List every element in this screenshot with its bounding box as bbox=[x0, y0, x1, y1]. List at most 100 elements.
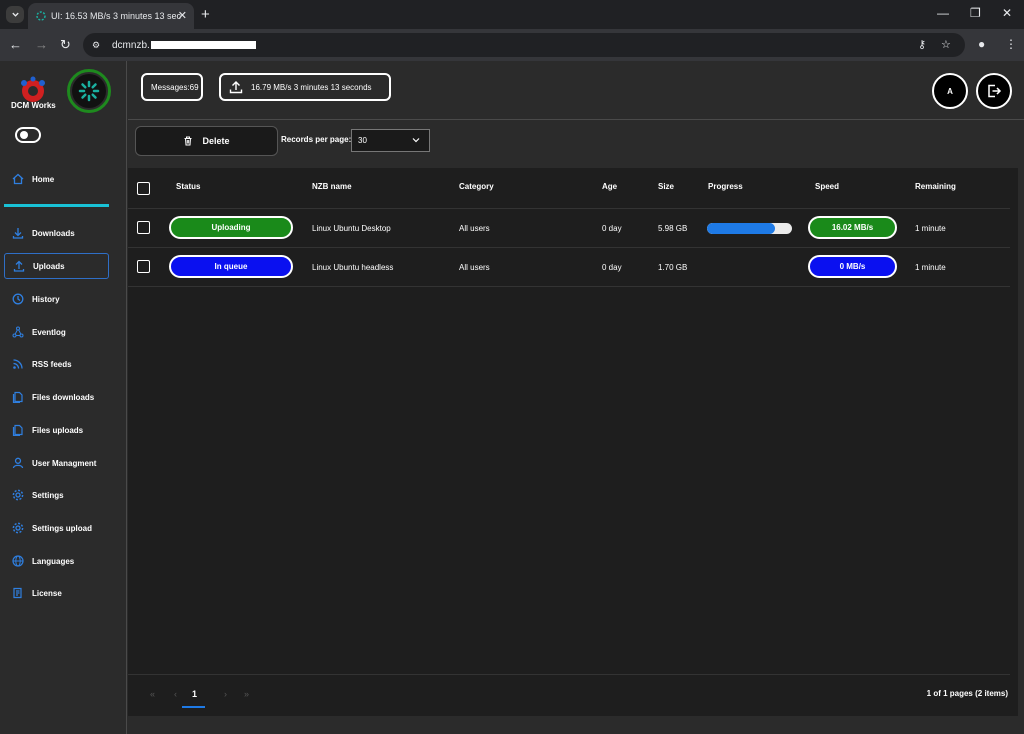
sidebar-item-label: RSS feeds bbox=[32, 359, 72, 369]
age: 0 day bbox=[602, 263, 622, 272]
sidebar-item-files-uploads[interactable]: Files uploads bbox=[4, 417, 109, 443]
sidebar-item-label: Languages bbox=[32, 556, 75, 566]
favicon-icon bbox=[36, 11, 46, 21]
next-page-icon[interactable]: › bbox=[224, 689, 227, 699]
last-page-icon[interactable]: » bbox=[244, 689, 249, 699]
table-row[interactable]: Uploading Linux Ubuntu Desktop All users… bbox=[128, 209, 1010, 248]
messages-count: Messages:69 bbox=[151, 82, 199, 92]
sidebar-item-label: Downloads bbox=[32, 228, 75, 238]
star-icon[interactable]: ☆ bbox=[941, 38, 951, 51]
rss-icon bbox=[11, 358, 24, 371]
nzb-name: Linux Ubuntu Desktop bbox=[312, 224, 391, 233]
browser-tabstrip: UI: 16.53 MB/s 3 minutes 13 sec ✕ + — ❐ … bbox=[0, 0, 1024, 29]
upload-speed: 16.79 MB/s bbox=[251, 82, 292, 92]
sidebar-item-history[interactable]: History bbox=[4, 286, 109, 312]
col-remaining[interactable]: Remaining bbox=[915, 182, 956, 191]
col-progress[interactable]: Progress bbox=[708, 182, 743, 191]
footer-divider bbox=[128, 674, 1010, 675]
download-icon bbox=[11, 227, 24, 240]
first-page-icon[interactable]: « bbox=[150, 689, 155, 699]
current-page-indicator bbox=[182, 706, 205, 708]
sidebar-item-eventlog[interactable]: Eventlog bbox=[4, 319, 109, 345]
tab-search-button[interactable] bbox=[6, 6, 24, 23]
minimize-icon[interactable]: — bbox=[937, 6, 949, 20]
key-icon[interactable]: ⚷ bbox=[918, 38, 926, 51]
reload-icon[interactable]: ↻ bbox=[60, 37, 71, 53]
sidebar-item-user-managment[interactable]: User Managment bbox=[4, 450, 109, 476]
upload-status-badge[interactable]: 16.79 MB/s 3 minutes 13 seconds bbox=[219, 73, 391, 101]
sidebar-item-settings[interactable]: Settings bbox=[4, 482, 109, 508]
sidebar-item-rss-feeds[interactable]: RSS feeds bbox=[4, 351, 109, 377]
speed-text: 16.02 MB/s bbox=[831, 223, 874, 232]
delete-button[interactable]: Delete bbox=[135, 126, 278, 156]
col-nzb-name[interactable]: NZB name bbox=[312, 182, 352, 191]
size: 1.70 GB bbox=[658, 263, 688, 272]
sidebar-item-languages[interactable]: Languages bbox=[4, 548, 109, 574]
col-speed[interactable]: Speed bbox=[815, 182, 839, 191]
close-tab-icon[interactable]: ✕ bbox=[178, 9, 187, 22]
restore-icon[interactable]: ❐ bbox=[970, 6, 981, 20]
sidebar-item-home[interactable]: Home bbox=[4, 166, 109, 192]
category: All users bbox=[459, 224, 490, 233]
logo-text: DCM Works bbox=[11, 101, 56, 110]
sidebar-item-label: Files uploads bbox=[32, 425, 84, 435]
size: 5.98 GB bbox=[658, 224, 688, 233]
user-icon bbox=[11, 457, 24, 470]
sidebar-item-label: Uploads bbox=[33, 261, 65, 271]
records-per-page-select[interactable]: 30 bbox=[351, 129, 430, 152]
sidebar-item-downloads[interactable]: Downloads bbox=[4, 220, 109, 246]
url-text: dcmnzb. bbox=[112, 39, 150, 51]
col-category[interactable]: Category bbox=[459, 182, 494, 191]
prev-page-icon[interactable]: ‹ bbox=[174, 689, 177, 699]
chevron-down-icon bbox=[11, 12, 19, 17]
col-status[interactable]: Status bbox=[176, 182, 200, 191]
remaining: 1 minute bbox=[915, 224, 946, 233]
sidebar-item-uploads[interactable]: Uploads bbox=[4, 253, 109, 279]
sidebar-item-license[interactable]: License bbox=[4, 580, 109, 606]
table-row[interactable]: In queue Linux Ubuntu headless All users… bbox=[128, 248, 1010, 287]
menu-icon[interactable]: ⋮ bbox=[1005, 37, 1017, 51]
network-icon bbox=[11, 326, 24, 339]
sidebar-item-label: License bbox=[32, 588, 62, 598]
browser-tab[interactable]: UI: 16.53 MB/s 3 minutes 13 sec ✕ bbox=[28, 3, 194, 29]
close-window-icon[interactable]: ✕ bbox=[1002, 6, 1012, 20]
avatar-letter: A bbox=[947, 86, 953, 96]
sidebar-item-label: Home bbox=[32, 174, 55, 184]
records-per-page-value: 30 bbox=[358, 136, 367, 145]
logout-button[interactable] bbox=[976, 73, 1012, 109]
sidebar-item-label: Eventlog bbox=[32, 327, 66, 337]
back-icon[interactable]: ← bbox=[9, 37, 22, 52]
files-icon bbox=[11, 424, 24, 437]
logout-icon bbox=[988, 84, 1002, 98]
chevron-down-icon bbox=[412, 138, 420, 143]
avatar[interactable]: A bbox=[932, 73, 968, 109]
theme-toggle[interactable] bbox=[15, 127, 41, 143]
col-age[interactable]: Age bbox=[602, 182, 617, 191]
col-size[interactable]: Size bbox=[658, 182, 674, 191]
speed-text: 0 MB/s bbox=[839, 262, 866, 271]
spinner-icon bbox=[78, 80, 100, 102]
sidebar-item-files-downloads[interactable]: Files downloads bbox=[4, 384, 109, 410]
upload-icon bbox=[229, 81, 243, 94]
forward-icon[interactable]: → bbox=[35, 37, 48, 52]
current-page[interactable]: 1 bbox=[192, 689, 197, 699]
row-checkbox[interactable] bbox=[137, 260, 150, 273]
gear-icon bbox=[11, 522, 24, 535]
status-text: Uploading bbox=[211, 223, 251, 232]
site-info-icon[interactable]: ⚙ bbox=[89, 38, 103, 52]
sidebar-item-settings-upload[interactable]: Settings upload bbox=[4, 515, 109, 541]
select-all-checkbox[interactable] bbox=[137, 182, 150, 195]
delete-label: Delete bbox=[202, 136, 230, 146]
redacted-url bbox=[150, 40, 256, 49]
profile-icon[interactable]: ● bbox=[978, 37, 985, 51]
gear-icon bbox=[11, 489, 24, 502]
sidebar-item-label: History bbox=[32, 294, 60, 304]
sidebar-item-label: Files downloads bbox=[32, 392, 95, 402]
speed-badge: 16.02 MB/s bbox=[808, 216, 897, 239]
address-bar[interactable]: ⚙ dcmnzb. ⚷ ☆ bbox=[83, 33, 965, 57]
messages-button[interactable]: Messages:69 bbox=[141, 73, 203, 101]
new-tab-icon[interactable]: + bbox=[201, 6, 210, 23]
upload-time: 3 minutes 13 seconds bbox=[293, 82, 372, 92]
row-checkbox[interactable] bbox=[137, 221, 150, 234]
license-icon bbox=[11, 587, 24, 600]
